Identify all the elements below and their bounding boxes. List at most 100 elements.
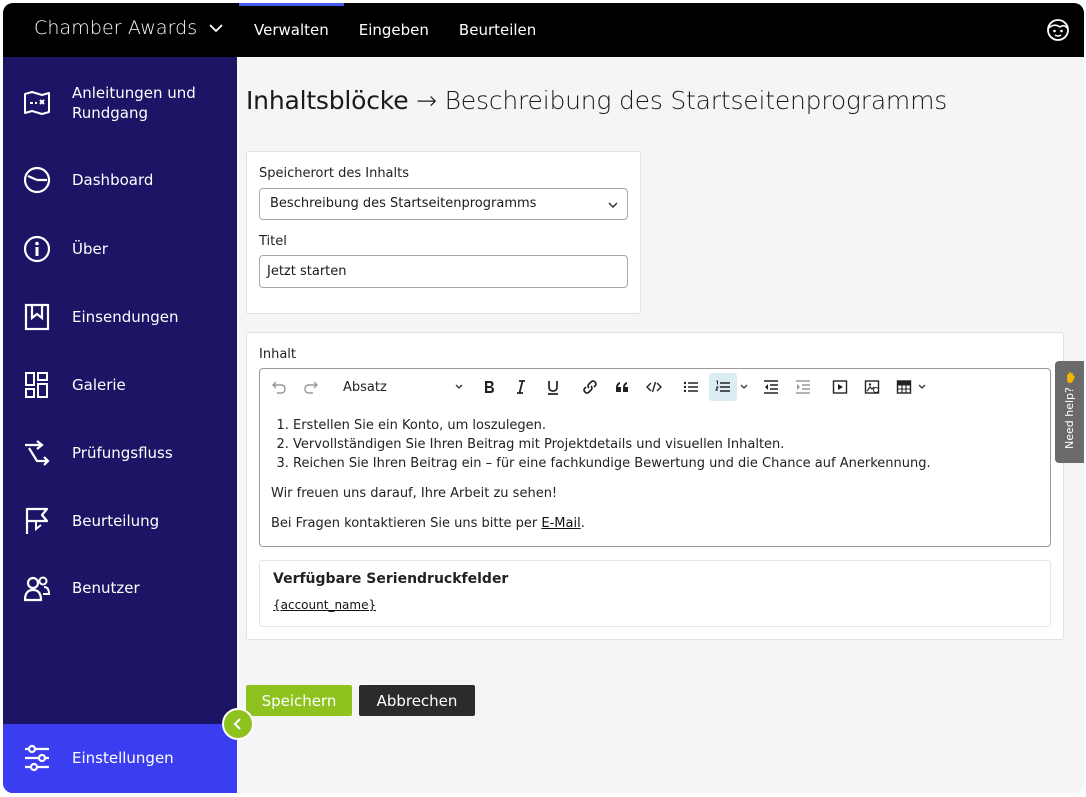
sidebar-item-label: Einstellungen [72,749,174,767]
bullet-list-icon [683,381,698,393]
sidebar-item-submissions[interactable]: Einsendungen [3,302,237,332]
sidebar-item-label: Einsendungen [72,308,179,326]
redo-button[interactable] [300,373,322,401]
editor-toolbar: Absatz [260,369,1050,405]
sidebar-item-about[interactable]: Über [3,234,237,264]
waving-hand-icon [1067,372,1075,383]
redo-icon [304,381,318,394]
blockquote-button[interactable] [611,373,633,401]
app-title: Chamber Awards [34,17,198,39]
paragraph-text: . [580,516,585,531]
top-bar: Chamber Awards Verwalten Eingeben Beurte… [3,3,1084,57]
insert-media-button[interactable] [829,373,851,401]
undo-button[interactable] [268,373,290,401]
chevron-left-icon [233,718,241,730]
rich-text-editor[interactable]: Absatz 1. Erstellen Sie ein Konto, um lo… [259,368,1051,547]
chevron-down-icon [608,202,618,209]
underline-button[interactable] [542,373,564,401]
outdent-icon [764,380,778,394]
grid-icon [25,372,48,398]
editor-content[interactable]: Erstellen Sie ein Konto, um loszulegen. … [271,416,1041,533]
location-select-value: Beschreibung des Startseitenprogramms [270,196,537,211]
nav-label: Beurteilen [458,21,537,39]
italic-icon [517,380,525,394]
sidebar-item-judging[interactable]: Beurteilung [3,506,237,536]
sidebar-item-dashboard[interactable]: Dashboard [3,165,237,195]
sidebar-item-label: Über [72,240,108,258]
sidebar: Anleitungen und Rundgang Dashboard Über … [3,57,237,793]
sidebar-item-label: Prüfungsfluss [72,444,173,462]
numbered-list-options[interactable] [738,373,750,401]
table-icon [896,380,912,394]
merge-field-account-name[interactable]: {account_name} [273,598,376,612]
block-format-select[interactable]: Absatz [340,373,464,401]
numbered-list-button[interactable] [709,373,737,401]
collapse-sidebar-button[interactable] [222,708,254,740]
info-icon [23,235,51,263]
breadcrumb-current: Beschreibung des Startseitenprogramms [444,86,948,115]
indent-button[interactable] [792,373,814,401]
app-window: Chamber Awards Verwalten Eingeben Beurte… [3,3,1084,793]
chevron-down-icon [455,384,463,389]
bookmark-icon [24,303,50,331]
quote-icon [616,382,628,392]
content-label: Inhalt [259,347,296,362]
link-button[interactable] [579,373,601,401]
paragraph: Bei Fragen kontaktieren Sie uns bitte pe… [271,514,1041,533]
sidebar-item-label: Beurteilung [72,512,160,530]
underline-icon [548,381,558,395]
sidebar-item-label: Galerie [72,376,126,394]
chevron-down-icon [740,384,748,389]
merge-fields-title: Verfügbare Seriendruckfelder [273,571,509,587]
sidebar-item-label: Dashboard [72,171,154,189]
cancel-button[interactable]: Abbrechen [359,685,475,716]
flow-icon [25,440,50,466]
code-button[interactable] [643,373,665,401]
breadcrumb-parent[interactable]: Inhaltsblöcke [246,86,409,115]
top-nav: Verwalten Eingeben Beurteilen [239,3,551,57]
sidebar-item-label: Benutzer [72,579,140,597]
sidebar-item-users[interactable]: Benutzer [3,573,237,603]
location-select[interactable]: Beschreibung des Startseitenprogramms [259,188,628,220]
sidebar-item-label: Anleitungen und Rundgang [72,84,196,122]
insert-image-button[interactable] [861,373,883,401]
save-button[interactable]: Speichern [246,685,352,716]
bold-button[interactable] [478,373,500,401]
page-title: Inhaltsblöcke → Beschreibung des Startse… [246,86,947,115]
undo-icon [272,381,286,394]
numbered-list: Erstellen Sie ein Konto, um loszulegen. … [271,416,1041,473]
insert-table-button[interactable] [893,373,915,401]
need-help-tab[interactable]: Need help? [1055,361,1084,463]
chevron-down-icon [209,24,223,33]
nav-verwalten[interactable]: Verwalten [239,3,344,57]
user-avatar-icon[interactable] [1046,18,1070,42]
nav-label: Eingeben [358,21,429,39]
sidebar-item-guides[interactable]: Anleitungen und Rundgang [3,79,237,127]
paragraph-text: Bei Fragen kontaktieren Sie uns bitte pe… [271,516,542,531]
code-icon [646,381,662,393]
sidebar-item-settings[interactable]: Einstellungen [3,724,237,793]
email-link[interactable]: E-Mail [541,516,580,531]
app-switcher[interactable]: Chamber Awards [34,17,225,39]
main-content: Inhaltsblöcke → Beschreibung des Startse… [237,57,1084,767]
need-help-label: Need help? [1063,387,1076,449]
nav-eingeben[interactable]: Eingeben [344,3,444,57]
bold-icon [485,381,494,393]
title-input-value: Jetzt starten [267,264,347,279]
list-item: Erstellen Sie ein Konto, um loszulegen. [293,416,1041,435]
image-icon [864,380,880,394]
title-label: Titel [259,234,287,249]
merge-fields-panel: Verfügbare Seriendruckfelder {account_na… [259,560,1051,627]
title-input[interactable]: Jetzt starten [259,255,628,288]
sliders-icon [25,744,49,772]
table-options[interactable] [916,373,928,401]
nav-beurteilen[interactable]: Beurteilen [444,3,551,57]
sidebar-item-review-flow[interactable]: Prüfungsfluss [3,438,237,468]
paragraph: Wir freuen uns darauf, Ihre Arbeit zu se… [271,486,558,501]
flag-icon [25,507,49,534]
sidebar-item-gallery[interactable]: Galerie [3,370,237,400]
outdent-button[interactable] [760,373,782,401]
bullet-list-button[interactable] [680,373,702,401]
link-icon [583,380,597,394]
italic-button[interactable] [510,373,532,401]
